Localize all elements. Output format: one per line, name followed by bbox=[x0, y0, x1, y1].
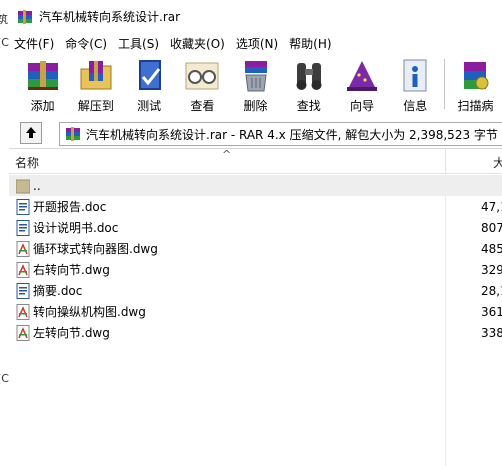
archive-path-text: 汽车机械转向系统设计.rar - RAR 4.x 压缩文件, 解包大小为 2,3… bbox=[86, 127, 498, 142]
file-size: 485,9 bbox=[481, 241, 502, 256]
add-label: 添加 bbox=[30, 99, 55, 113]
background-fragment: 筑 bbox=[0, 11, 8, 27]
dwg-file-icon bbox=[16, 240, 30, 257]
sort-ascending-icon: ^ bbox=[222, 148, 232, 161]
file-name: .. bbox=[33, 178, 41, 193]
file-name: 摘要.doc bbox=[33, 284, 83, 298]
delete-label: 删除 bbox=[243, 99, 268, 113]
list-item[interactable]: 右转向节.dwg 329,4 bbox=[9, 259, 502, 280]
wizard-button[interactable]: 向导 bbox=[335, 53, 388, 115]
file-size: 338,5 bbox=[481, 325, 502, 340]
up-arrow-icon bbox=[26, 127, 36, 138]
menu-favorites[interactable]: 收藏夹(O) bbox=[165, 35, 231, 52]
add-button[interactable]: 添加 bbox=[16, 53, 69, 115]
view-label: 查看 bbox=[190, 99, 215, 113]
list-item[interactable]: 循环球式转向器图.dwg 485,9 bbox=[9, 238, 502, 259]
info-label: 信息 bbox=[403, 99, 428, 113]
test-button[interactable]: 测试 bbox=[122, 53, 175, 115]
background-fragment: (C bbox=[0, 372, 9, 385]
list-item[interactable]: 开题报告.doc 47,1 bbox=[9, 196, 502, 217]
file-name: 设计说明书.doc bbox=[33, 221, 119, 235]
up-folder-button[interactable] bbox=[20, 122, 42, 144]
file-name: 开题报告.doc bbox=[33, 200, 107, 214]
path-field[interactable]: 汽车机械转向系统设计.rar - RAR 4.x 压缩文件, 解包大小为 2,3… bbox=[59, 122, 502, 146]
scan-virus-icon bbox=[464, 62, 489, 90]
winrar-window: 汽车机械转向系统设计.rar 文件(F) 命令(C) 工具(S) 收藏夹(O) … bbox=[9, 0, 502, 466]
toolbar: 添加 解压到 测试 查看 删除 查找 向导 信息 扫描病 bbox=[9, 53, 502, 117]
file-name: 循环球式转向器图.dwg bbox=[33, 242, 158, 256]
view-button[interactable]: 查看 bbox=[176, 53, 229, 115]
menu-file[interactable]: 文件(F) bbox=[9, 35, 60, 52]
winrar-books-icon bbox=[18, 9, 32, 24]
info-button[interactable]: 信息 bbox=[389, 53, 442, 115]
toolbar-separator bbox=[443, 59, 445, 109]
file-size: 47,1 bbox=[481, 199, 502, 214]
background-fragment: (C bbox=[0, 36, 9, 49]
extract-to-button[interactable]: 解压到 bbox=[69, 53, 122, 115]
delete-icon bbox=[244, 61, 267, 92]
doc-file-icon bbox=[16, 219, 30, 236]
menu-tools[interactable]: 工具(S) bbox=[113, 35, 165, 52]
dwg-file-icon bbox=[16, 303, 30, 320]
find-button[interactable]: 查找 bbox=[282, 53, 335, 115]
file-list: 名称 ^ 大 .. 开题报告.doc 47,1 bbox=[9, 148, 502, 466]
menu-options[interactable]: 选项(N) bbox=[231, 35, 284, 52]
find-binoculars-icon bbox=[296, 63, 322, 90]
doc-file-icon bbox=[16, 198, 30, 215]
extract-to-label: 解压到 bbox=[77, 99, 114, 113]
find-label: 查找 bbox=[296, 99, 321, 113]
list-item[interactable]: 左转向节.dwg 338,5 bbox=[9, 322, 502, 343]
column-header-size[interactable]: 大 bbox=[493, 154, 502, 171]
dwg-file-icon bbox=[16, 324, 30, 341]
list-item[interactable]: 设计说明书.doc 807,9 bbox=[9, 217, 502, 238]
list-item[interactable]: 摘要.doc 28,1 bbox=[9, 280, 502, 301]
scan-virus-label: 扫描病 bbox=[457, 99, 494, 113]
add-books-icon bbox=[27, 61, 58, 90]
menu-commands[interactable]: 命令(C) bbox=[60, 35, 113, 52]
list-header: 名称 ^ 大 bbox=[9, 148, 502, 174]
title-bar[interactable]: 汽车机械转向系统设计.rar bbox=[9, 0, 502, 33]
column-header-name[interactable]: 名称 bbox=[15, 154, 39, 171]
file-name: 右转向节.dwg bbox=[33, 263, 110, 277]
test-label: 测试 bbox=[137, 99, 162, 113]
parent-folder-icon bbox=[16, 179, 30, 193]
extract-folder-icon bbox=[80, 61, 112, 90]
menu-help[interactable]: 帮助(H) bbox=[284, 35, 337, 52]
doc-file-icon bbox=[16, 282, 30, 299]
wizard-icon bbox=[347, 61, 378, 91]
file-size: 28,1 bbox=[481, 283, 502, 298]
view-glasses-icon bbox=[185, 62, 219, 90]
menu-bar: 文件(F) 命令(C) 工具(S) 收藏夹(O) 选项(N) 帮助(H) bbox=[9, 33, 502, 53]
archive-icon bbox=[66, 127, 80, 141]
file-name: 左转向节.dwg bbox=[33, 326, 110, 340]
list-item-parent[interactable]: .. bbox=[9, 175, 502, 196]
delete-button[interactable]: 删除 bbox=[229, 53, 282, 115]
wizard-label: 向导 bbox=[350, 99, 375, 113]
file-size: 807,9 bbox=[481, 220, 502, 235]
window-title: 汽车机械转向系统设计.rar bbox=[39, 10, 181, 24]
list-item[interactable]: 转向操纵机构图.dwg 361,3 bbox=[9, 301, 502, 322]
test-book-icon bbox=[139, 60, 162, 90]
dwg-file-icon bbox=[16, 261, 30, 278]
file-size: 329,4 bbox=[481, 262, 502, 277]
file-name: 转向操纵机构图.dwg bbox=[33, 305, 146, 319]
file-size: 361,3 bbox=[481, 304, 502, 319]
address-bar: 汽车机械转向系统设计.rar - RAR 4.x 压缩文件, 解包大小为 2,3… bbox=[9, 120, 502, 146]
column-divider[interactable] bbox=[445, 149, 446, 173]
scan-virus-button[interactable]: 扫描病 bbox=[449, 53, 502, 115]
info-icon bbox=[403, 59, 427, 92]
